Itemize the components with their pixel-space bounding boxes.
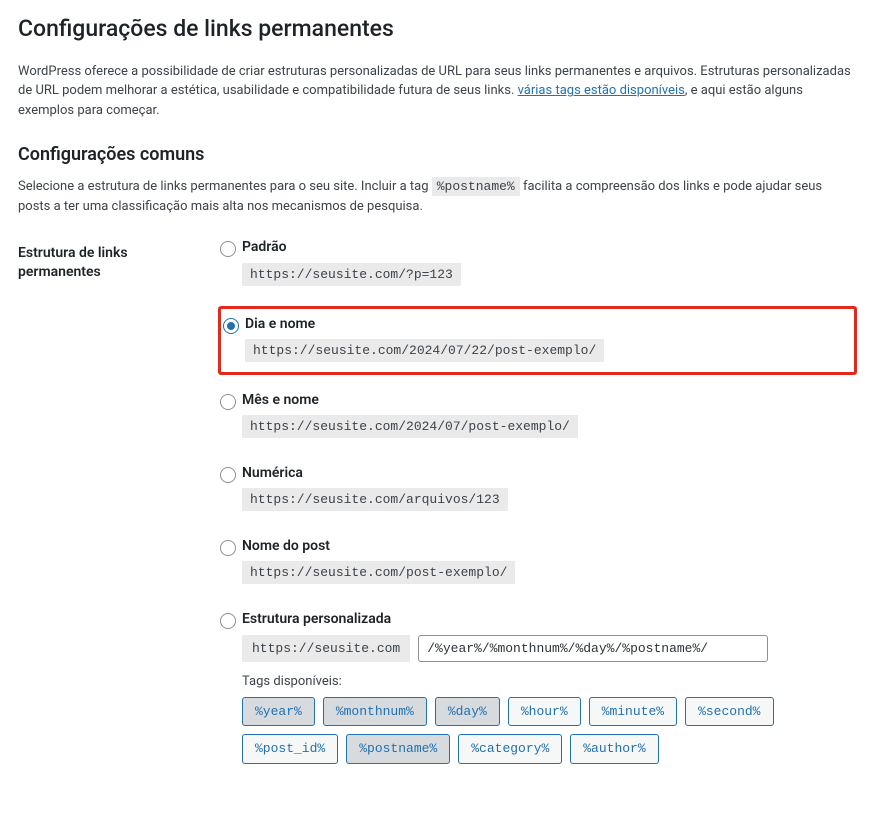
option-day-name-example: https://seusite.com/2024/07/22/post-exem…: [245, 339, 604, 362]
option-month-name-label[interactable]: Mês e nome: [242, 391, 849, 409]
tag-button-post_id[interactable]: %post_id%: [242, 734, 338, 764]
custom-base-url: https://seusite.com: [242, 635, 410, 662]
tag-button-category[interactable]: %category%: [458, 734, 562, 764]
common-settings-desc: Selecione a estrutura de links permanent…: [18, 177, 857, 216]
intro-tags-link[interactable]: várias tags estão disponíveis: [518, 83, 685, 98]
radio-month-name[interactable]: [220, 394, 236, 410]
tag-button-author[interactable]: %author%: [570, 734, 658, 764]
option-numeric[interactable]: Numérica https://seusite.com/arquivos/12…: [218, 458, 857, 521]
tag-button-minute[interactable]: %minute%: [589, 697, 677, 727]
custom-structure-input[interactable]: [418, 635, 768, 662]
tag-button-year[interactable]: %year%: [242, 697, 315, 727]
tag-button-postname[interactable]: %postname%: [346, 734, 450, 764]
common-settings-heading: Configurações comuns: [18, 144, 857, 165]
option-post-name-label[interactable]: Nome do post: [242, 537, 849, 555]
option-custom[interactable]: Estrutura personalizada https://seusite.…: [218, 604, 857, 773]
postname-tag-inline: %postname%: [432, 177, 520, 196]
option-post-name[interactable]: Nome do post https://seusite.com/post-ex…: [218, 531, 857, 594]
option-post-name-example: https://seusite.com/post-exemplo/: [242, 561, 515, 584]
radio-custom[interactable]: [220, 613, 236, 629]
common-desc-1: Selecione a estrutura de links permanent…: [18, 179, 432, 194]
available-tags-row: %year% %monthnum% %day% %hour% %minute% %seco…: [242, 697, 849, 764]
option-month-name-example: https://seusite.com/2024/07/post-exemplo…: [242, 415, 578, 438]
radio-default[interactable]: [220, 241, 236, 257]
available-tags-label: Tags disponíveis:: [242, 674, 849, 689]
option-default-example: https://seusite.com/?p=123: [242, 263, 461, 286]
option-custom-label[interactable]: Estrutura personalizada: [242, 610, 849, 628]
tag-button-monthnum[interactable]: %monthnum%: [323, 697, 427, 727]
radio-post-name[interactable]: [220, 540, 236, 556]
option-default[interactable]: Padrão https://seusite.com/?p=123: [218, 232, 857, 295]
option-month-name[interactable]: Mês e nome https://seusite.com/2024/07/p…: [218, 385, 857, 448]
radio-numeric[interactable]: [220, 467, 236, 483]
intro-paragraph: WordPress oferece a possibilidade de cri…: [18, 62, 857, 121]
tag-button-hour[interactable]: %hour%: [508, 697, 581, 727]
structure-label: Estrutura de links permanentes: [18, 232, 218, 783]
page-title: Configurações de links permanentes: [18, 14, 857, 44]
option-day-name-label[interactable]: Dia e nome: [245, 315, 844, 333]
option-numeric-label[interactable]: Numérica: [242, 464, 849, 482]
radio-day-name[interactable]: [223, 318, 239, 334]
option-numeric-example: https://seusite.com/arquivos/123: [242, 488, 508, 511]
option-day-name[interactable]: Dia e nome https://seusite.com/2024/07/2…: [218, 306, 857, 375]
option-default-label[interactable]: Padrão: [242, 238, 849, 256]
tag-button-second[interactable]: %second%: [685, 697, 773, 727]
tag-button-day[interactable]: %day%: [435, 697, 500, 727]
